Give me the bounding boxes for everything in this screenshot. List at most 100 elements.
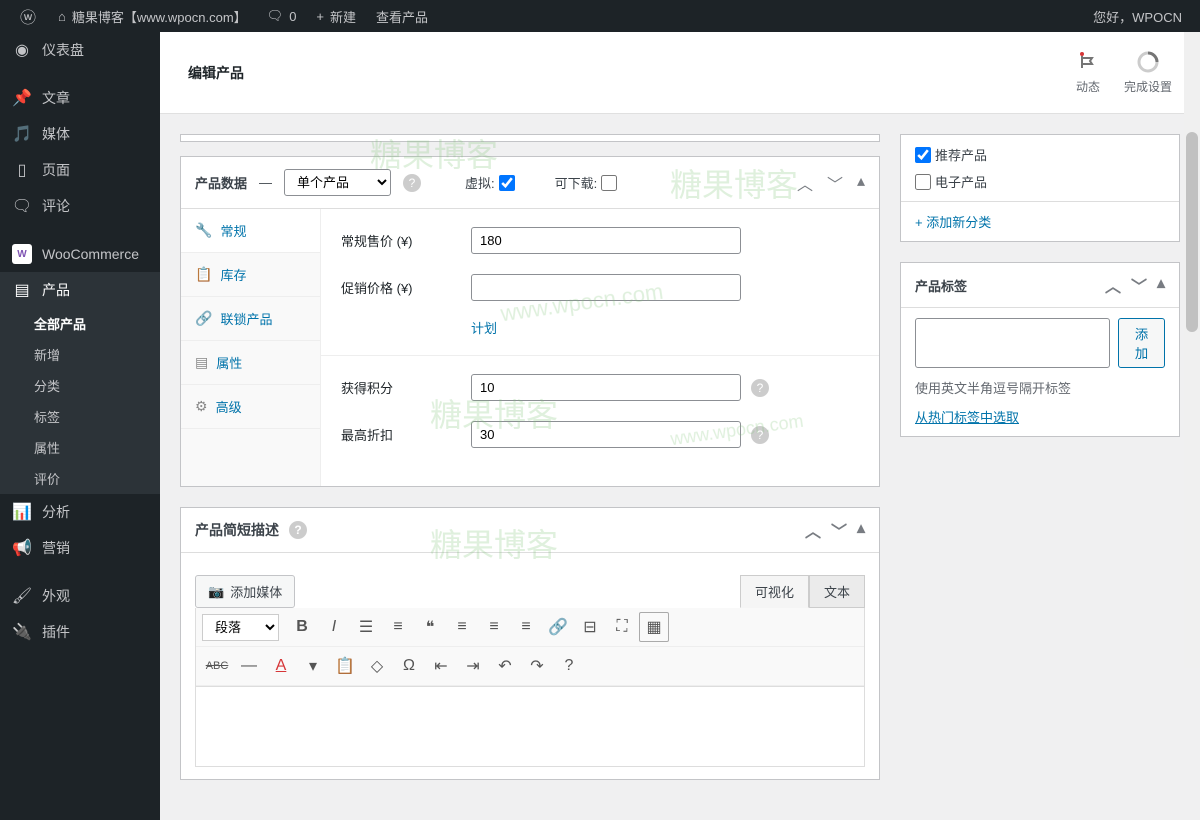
help-icon[interactable]: ? <box>403 174 421 192</box>
regular-price-input[interactable] <box>471 227 741 254</box>
comments-link[interactable]: 🗨0 <box>257 0 307 32</box>
quote-icon[interactable]: ❝ <box>415 612 445 642</box>
menu-products[interactable]: ▤产品 <box>0 272 160 308</box>
move-down-icon[interactable]: ﹀ <box>1131 273 1147 297</box>
submenu-review[interactable]: 评价 <box>0 463 160 494</box>
strikethrough-icon[interactable]: ABC <box>202 651 232 681</box>
wp-logo[interactable]: ⓦ <box>8 0 48 32</box>
align-left-icon[interactable]: ≡ <box>447 612 477 642</box>
outdent-icon[interactable]: ⇤ <box>426 651 456 681</box>
undo-icon[interactable]: ↶ <box>490 651 520 681</box>
submenu-attr[interactable]: 属性 <box>0 432 160 463</box>
align-right-icon[interactable]: ≡ <box>511 612 541 642</box>
menu-media[interactable]: 🎵媒体 <box>0 116 160 152</box>
help-icon[interactable]: ? <box>554 651 584 681</box>
hr-icon[interactable]: — <box>234 651 264 681</box>
align-center-icon[interactable]: ≡ <box>479 612 509 642</box>
points-input[interactable] <box>471 374 741 401</box>
menu-marketing[interactable]: 📢营销 <box>0 530 160 566</box>
tab-attributes[interactable]: ▤属性 <box>181 341 320 385</box>
editor-content[interactable] <box>195 687 865 767</box>
paste-icon[interactable]: 📋 <box>330 651 360 681</box>
greeting[interactable]: 您好，WPOCN <box>1083 0 1192 32</box>
wordpress-icon: ⓦ <box>18 6 38 26</box>
tab-general[interactable]: 🔧常规 <box>181 209 320 253</box>
move-down-icon[interactable]: ﹀ <box>831 518 847 542</box>
tab-text[interactable]: 文本 <box>809 575 865 608</box>
tab-stock[interactable]: 📋库存 <box>181 253 320 297</box>
move-up-icon[interactable]: ︿ <box>805 518 821 542</box>
menu-label: 分析 <box>42 502 70 522</box>
help-icon[interactable]: ? <box>751 426 769 444</box>
indent-icon[interactable]: ⇥ <box>458 651 488 681</box>
redo-icon[interactable]: ↷ <box>522 651 552 681</box>
menu-posts[interactable]: 📌文章 <box>0 80 160 116</box>
move-down-icon[interactable]: ﹀ <box>827 171 843 195</box>
menu-label: 文章 <box>42 88 70 108</box>
submenu-all[interactable]: 全部产品 <box>0 308 160 339</box>
menu-appearance[interactable]: 🖌外观 <box>0 578 160 614</box>
tab-visual[interactable]: 可视化 <box>740 575 809 608</box>
toggle-icon[interactable]: ▴ <box>857 518 865 542</box>
toggle-icon[interactable]: ▴ <box>1157 273 1165 297</box>
view-product-link[interactable]: 查看产品 <box>366 0 438 32</box>
toggle-icon[interactable]: ▴ <box>857 171 865 195</box>
discount-input[interactable] <box>471 421 741 448</box>
help-icon[interactable]: ? <box>751 379 769 397</box>
tab-linked[interactable]: 🔗联锁产品 <box>181 297 320 341</box>
new-link[interactable]: +新建 <box>306 0 366 32</box>
tags-panel: 产品标签 ︿ ﹀ ▴ 添加 使用英文半角逗号隔开标签 从热门标 <box>900 262 1180 437</box>
camera-icon: 📷 <box>208 584 224 600</box>
tags-title: 产品标签 <box>915 276 967 295</box>
menu-dashboard[interactable]: ◉仪表盘 <box>0 32 160 68</box>
fullscreen-icon[interactable]: ⛶ <box>607 612 637 642</box>
menu-plugins[interactable]: 🔌插件 <box>0 614 160 650</box>
cat-electronic[interactable]: 电子产品 <box>915 172 1165 191</box>
number-list-icon[interactable]: ≡ <box>383 612 413 642</box>
menu-woo[interactable]: WWooCommerce <box>0 236 160 272</box>
menu-analytics[interactable]: 📊分析 <box>0 494 160 530</box>
virtual-checkbox[interactable]: 虚拟: <box>465 173 515 192</box>
color-dropdown-icon[interactable]: ▾ <box>298 651 328 681</box>
product-type-select[interactable]: 单个产品 <box>284 169 391 196</box>
tag-input[interactable] <box>915 318 1110 368</box>
clear-format-icon[interactable]: ◇ <box>362 651 392 681</box>
italic-icon[interactable]: I <box>319 612 349 642</box>
cat-featured[interactable]: 推荐产品 <box>915 145 1165 164</box>
text-color-icon[interactable]: A <box>266 651 296 681</box>
link-icon[interactable]: 🔗 <box>543 612 573 642</box>
setup-button[interactable]: 完成设置 <box>1124 50 1172 95</box>
submenu-new[interactable]: 新增 <box>0 339 160 370</box>
activity-button[interactable]: 动态 <box>1076 50 1100 95</box>
sale-price-label: 促销价格 (¥) <box>341 278 471 297</box>
product-data-header: 产品数据 — 单个产品 ? 虚拟: 可下载: ︿ ﹀ ▴ <box>181 157 879 209</box>
bullet-list-icon[interactable]: ☰ <box>351 612 381 642</box>
popular-tags-link[interactable]: 从热门标签中选取 <box>915 410 1019 425</box>
submenu-tag[interactable]: 标签 <box>0 401 160 432</box>
new-label: 新建 <box>330 7 356 26</box>
schedule-link[interactable]: 计划 <box>471 318 497 337</box>
help-icon[interactable]: ? <box>289 521 307 539</box>
submenu-cat[interactable]: 分类 <box>0 370 160 401</box>
move-up-icon[interactable]: ︿ <box>797 171 813 195</box>
menu-comments[interactable]: 🗨评论 <box>0 188 160 224</box>
special-char-icon[interactable]: Ω <box>394 651 424 681</box>
product-data-panel: 产品数据 — 单个产品 ? 虚拟: 可下载: ︿ ﹀ ▴ <box>180 156 880 487</box>
scrollbar[interactable] <box>1184 32 1200 668</box>
add-media-button[interactable]: 📷添加媒体 <box>195 575 295 608</box>
sale-price-input[interactable] <box>471 274 741 301</box>
link-icon: 🔗 <box>195 310 212 327</box>
add-tag-button[interactable]: 添加 <box>1118 318 1165 368</box>
tab-advanced[interactable]: ⚙高级 <box>181 385 320 429</box>
menu-pages[interactable]: ▯页面 <box>0 152 160 188</box>
toolbar-toggle-icon[interactable]: ▦ <box>639 612 669 642</box>
move-up-icon[interactable]: ︿ <box>1105 273 1121 297</box>
downloadable-checkbox[interactable]: 可下载: <box>555 173 618 192</box>
more-icon[interactable]: ⊟ <box>575 612 605 642</box>
format-select[interactable]: 段落 <box>202 614 279 641</box>
bold-icon[interactable]: B <box>287 612 317 642</box>
add-category-link[interactable]: + 添加新分类 <box>915 215 991 230</box>
site-link[interactable]: ⌂糖果博客【www.wpocn.com】 <box>48 0 257 32</box>
scrollbar-thumb[interactable] <box>1186 132 1198 332</box>
note-icon: 📋 <box>195 266 212 283</box>
